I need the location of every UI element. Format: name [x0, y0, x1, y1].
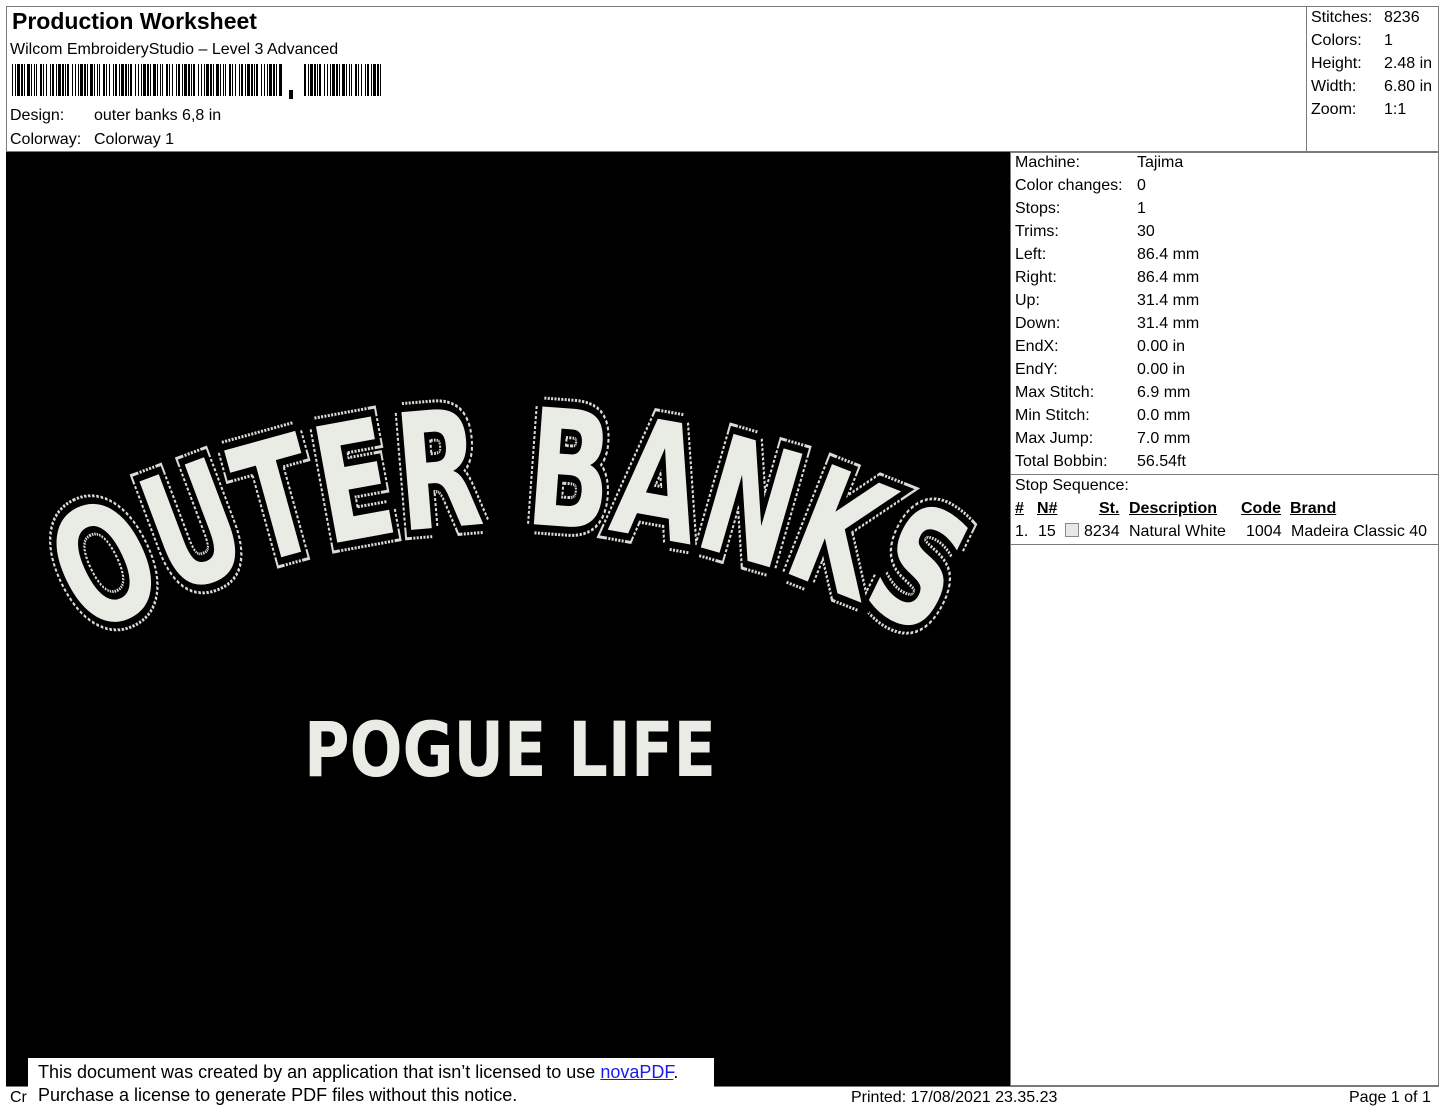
- info-right-value: 86.4 mm: [1137, 269, 1200, 286]
- software-name: Wilcom EmbroideryStudio – Level 3 Advanc…: [10, 41, 339, 58]
- design-text-line2: POGUE LIFE: [304, 705, 716, 794]
- design-preview: OUTER BANKS OUTER BANKS OUTER BANKS POGU…: [6, 152, 1011, 1086]
- info-total-bobbin-label: Total Bobbin:: [1015, 453, 1108, 470]
- info-right-label: Right:: [1015, 269, 1057, 286]
- column-header-needle: N#: [1037, 500, 1058, 517]
- summary-stitches-label: Stitches:: [1311, 9, 1373, 26]
- column-header-stitches: St.: [1099, 500, 1120, 517]
- info-trims-label: Trims:: [1015, 223, 1059, 240]
- summary-stitches-value: 8236: [1384, 9, 1420, 26]
- stop-row-needle: 15: [1038, 523, 1056, 540]
- stop-row-stitches: 8234: [1084, 523, 1120, 540]
- info-machine-value: Tajima: [1137, 154, 1184, 171]
- barcode: [12, 64, 381, 99]
- summary-zoom-value: 1:1: [1384, 101, 1407, 118]
- stop-sequence-title: Stop Sequence:: [1015, 477, 1129, 494]
- info-left-label: Left:: [1015, 246, 1047, 263]
- worksheet-title: Production Worksheet: [12, 8, 257, 34]
- info-down-value: 31.4 mm: [1137, 315, 1200, 332]
- summary-zoom-label: Zoom:: [1311, 101, 1357, 118]
- novapdf-link[interactable]: novaPDF: [600, 1062, 673, 1082]
- divider: [1010, 544, 1439, 545]
- info-machine-label: Machine:: [1015, 154, 1080, 171]
- colorway-label: Colorway:: [10, 131, 82, 148]
- footer-page-number: Page 1 of 1: [1349, 1089, 1431, 1106]
- design-text-line1: OUTER BANKS: [23, 375, 995, 672]
- info-endx-label: EndX:: [1015, 338, 1059, 355]
- info-down-label: Down:: [1015, 315, 1061, 332]
- colorway-value: Colorway 1: [94, 131, 175, 148]
- summary-colors-value: 1: [1384, 32, 1393, 49]
- license-notice-text: This document was created by an applicat…: [38, 1062, 601, 1082]
- stop-row-brand: Madeira Classic 40: [1291, 523, 1428, 540]
- stop-row-description: Natural White: [1129, 523, 1226, 540]
- machine-info-panel: [1010, 152, 1439, 1086]
- design-label: Design:: [10, 107, 65, 124]
- stop-row-code: 1004: [1246, 523, 1282, 540]
- footer-created: Cr: [10, 1089, 27, 1106]
- summary-colors-label: Colors:: [1311, 32, 1362, 49]
- summary-width-value: 6.80 in: [1384, 78, 1433, 95]
- info-up-label: Up:: [1015, 292, 1040, 309]
- column-header-code: Code: [1241, 500, 1281, 517]
- summary-width-label: Width:: [1311, 78, 1357, 95]
- footer-printed-date: Printed: 17/08/2021 23.35.23: [851, 1089, 1058, 1106]
- column-header-description: Description: [1129, 500, 1218, 517]
- info-color-changes-label: Color changes:: [1015, 177, 1123, 194]
- info-stops-label: Stops:: [1015, 200, 1061, 217]
- divider: [1010, 474, 1439, 475]
- info-endx-value: 0.00 in: [1137, 338, 1186, 355]
- info-endy-label: EndY:: [1015, 361, 1058, 378]
- license-notice-line2: Purchase a license to generate PDF files…: [38, 1085, 518, 1105]
- license-notice-period: .: [673, 1062, 679, 1082]
- info-min-stitch-value: 0.0 mm: [1137, 407, 1191, 424]
- info-color-changes-value: 0: [1137, 177, 1146, 194]
- info-up-value: 31.4 mm: [1137, 292, 1200, 309]
- column-header-brand: Brand: [1290, 500, 1337, 517]
- stop-row-number: 1.: [1015, 523, 1029, 540]
- summary-height-value: 2.48 in: [1384, 55, 1433, 72]
- column-header-number: #: [1015, 500, 1024, 517]
- license-notice-line1: This document was created by an applicat…: [38, 1062, 678, 1083]
- info-max-stitch-label: Max Stitch:: [1015, 384, 1095, 401]
- info-left-value: 86.4 mm: [1137, 246, 1200, 263]
- summary-height-label: Height:: [1311, 55, 1362, 72]
- info-max-jump-label: Max Jump:: [1015, 430, 1094, 447]
- design-value: outer banks 6,8 in: [94, 107, 222, 124]
- info-stops-value: 1: [1137, 200, 1146, 217]
- thread-color-swatch: [1065, 523, 1079, 537]
- info-max-jump-value: 7.0 mm: [1137, 430, 1191, 447]
- info-min-stitch-label: Min Stitch:: [1015, 407, 1090, 424]
- info-total-bobbin-value: 56.54ft: [1137, 453, 1186, 470]
- embroidery-artwork: OUTER BANKS OUTER BANKS OUTER BANKS POGU…: [13, 365, 1005, 796]
- info-endy-value: 0.00 in: [1137, 361, 1186, 378]
- info-max-stitch-value: 6.9 mm: [1137, 384, 1191, 401]
- info-trims-value: 30: [1137, 223, 1155, 240]
